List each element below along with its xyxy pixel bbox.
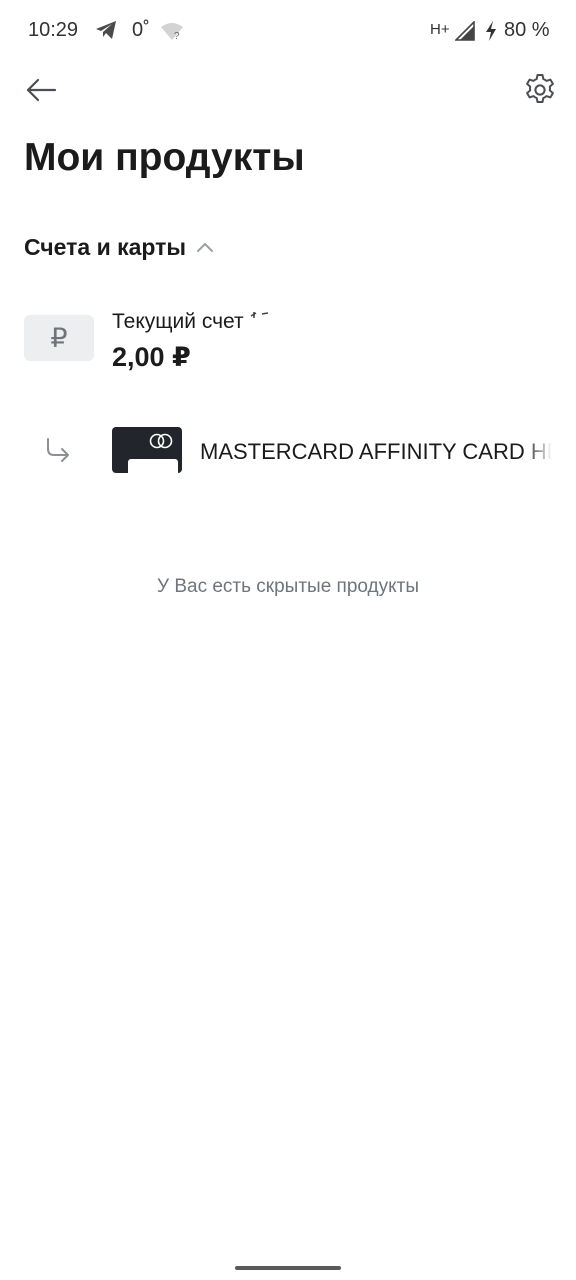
svg-text:?: ? <box>174 31 180 41</box>
signal-icon <box>455 21 475 41</box>
masked-number-redaction <box>250 312 268 318</box>
account-name: Текущий счет <box>112 310 278 334</box>
ruble-icon: ₽ <box>24 315 94 361</box>
page-title: Мои продукты <box>24 136 305 179</box>
charging-bolt-icon <box>486 21 496 41</box>
hidden-products-link[interactable]: У Вас есть скрытые продукты <box>0 576 576 598</box>
account-item[interactable]: ₽ Текущий счет 2,00 ₽ <box>0 300 576 390</box>
chevron-up-icon <box>197 243 214 252</box>
status-time: 10:29 <box>28 19 79 41</box>
telegram-icon <box>96 21 116 39</box>
section-accounts-and-cards-toggle[interactable]: Счета и карты <box>24 230 214 264</box>
back-button[interactable] <box>24 74 58 106</box>
section-title: Счета и карты <box>24 233 187 260</box>
status-network-type: H+ <box>430 21 450 38</box>
status-temperature: 0˚ <box>132 19 150 41</box>
settings-button[interactable] <box>522 72 558 108</box>
card-item[interactable]: MASTERCARD AFFINITY CARD НЕ <box>0 420 576 480</box>
wifi-unknown-icon: ? <box>161 23 183 41</box>
arrow-left-icon <box>26 78 57 102</box>
card-number-redaction <box>128 459 178 473</box>
mastercard-logo-icon <box>149 433 173 449</box>
card-thumbnail <box>112 427 182 473</box>
gear-icon <box>526 74 554 103</box>
subitem-arrow-icon <box>47 438 69 462</box>
status-bar: 10:29 0˚ ? H+ 80 % <box>0 0 576 62</box>
gesture-navigation-bar[interactable] <box>235 1266 341 1270</box>
account-name-text: Текущий счет <box>112 310 244 333</box>
status-battery: 80 % <box>504 19 550 41</box>
account-balance: 2,00 ₽ <box>112 342 191 372</box>
card-name: MASTERCARD AFFINITY CARD НЕ <box>200 439 552 464</box>
